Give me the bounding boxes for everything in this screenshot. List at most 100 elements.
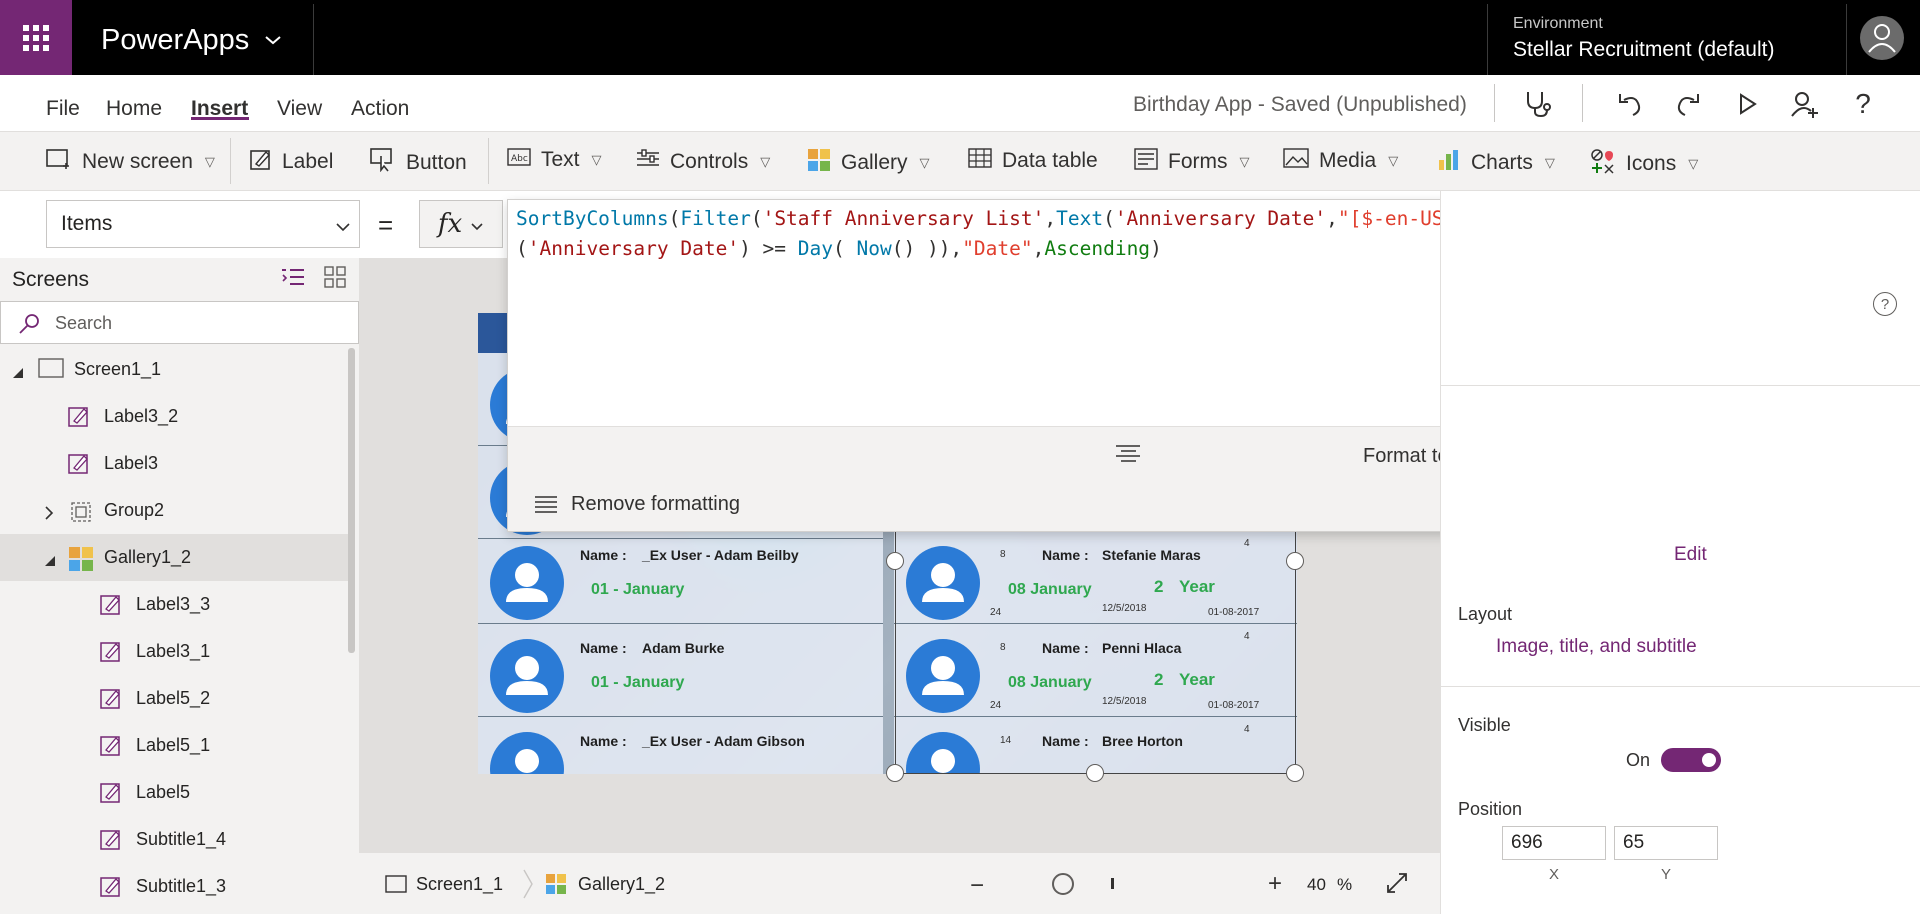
menu-action[interactable]: Action bbox=[351, 97, 409, 121]
name-label: Name : bbox=[580, 733, 627, 749]
layout-dropdown[interactable]: Image, title, and subtitle bbox=[1496, 636, 1697, 658]
tree-scrollbar[interactable] bbox=[348, 348, 355, 653]
function-button[interactable]: fx bbox=[419, 200, 503, 248]
collapsed-chevron-icon[interactable] bbox=[44, 504, 54, 525]
forms-menu-button[interactable]: Forms ▽ bbox=[1134, 148, 1250, 176]
gallery-menu-button[interactable]: Gallery ▽ bbox=[807, 148, 930, 178]
play-icon[interactable] bbox=[1727, 84, 1767, 124]
divider bbox=[1440, 385, 1920, 386]
fit-to-window-icon[interactable] bbox=[1385, 871, 1409, 900]
x-label: X bbox=[1549, 866, 1560, 883]
resize-handle[interactable] bbox=[886, 552, 904, 570]
insert-button-text: Button bbox=[406, 151, 467, 174]
gallery-icon bbox=[545, 873, 567, 900]
resize-handle[interactable] bbox=[1286, 764, 1304, 782]
share-user-icon[interactable] bbox=[1784, 84, 1824, 124]
gallery-menu-label: Gallery bbox=[841, 151, 908, 174]
tree-item-screen1-1[interactable]: Screen1_1 bbox=[0, 346, 350, 393]
user-avatar-icon[interactable] bbox=[1860, 16, 1904, 60]
zoom-slider-track[interactable] bbox=[1111, 878, 1114, 889]
redo-icon[interactable] bbox=[1668, 84, 1708, 124]
tree-item-label5[interactable]: Label5 bbox=[0, 769, 350, 816]
chevron-down-icon bbox=[470, 209, 484, 239]
forms-menu-label: Forms bbox=[1168, 150, 1228, 173]
menu-file[interactable]: File bbox=[46, 97, 80, 121]
resize-handle[interactable] bbox=[886, 764, 904, 782]
zoom-slider-thumb[interactable] bbox=[1052, 873, 1074, 895]
property-dropdown[interactable]: Items bbox=[46, 200, 360, 248]
text-menu-button[interactable]: Abc Text ▽ bbox=[507, 148, 602, 172]
zoom-out-icon[interactable]: − bbox=[970, 872, 984, 900]
new-screen-button[interactable]: New screen ▽ bbox=[46, 148, 215, 176]
tree-item-label5-2[interactable]: Label5_2 bbox=[0, 675, 350, 722]
zoom-value: 40 bbox=[1307, 875, 1326, 894]
anniversary-date: 01 - January bbox=[591, 674, 685, 691]
tree-item-label3-3[interactable]: Label3_3 bbox=[0, 581, 350, 628]
button-icon bbox=[370, 148, 396, 178]
charts-menu-button[interactable]: Charts ▽ bbox=[1437, 148, 1555, 178]
insert-label-button[interactable]: Label bbox=[250, 148, 333, 176]
menu-home[interactable]: Home bbox=[106, 97, 162, 121]
position-y-input[interactable]: 65 bbox=[1614, 826, 1718, 860]
app-checker-icon[interactable] bbox=[1518, 84, 1558, 124]
tree-item-subtitle1-4[interactable]: Subtitle1_4 bbox=[0, 816, 350, 863]
zoom-in-icon[interactable]: + bbox=[1268, 870, 1282, 898]
expanded-triangle-icon[interactable] bbox=[12, 363, 24, 384]
help-icon[interactable]: ? bbox=[1843, 84, 1883, 124]
visible-value: On bbox=[1626, 750, 1651, 770]
expanded-triangle-icon[interactable] bbox=[44, 551, 56, 572]
breadcrumb-gallery[interactable]: Gallery1_2 bbox=[578, 874, 665, 895]
label-icon bbox=[250, 148, 272, 176]
thumbnail-view-icon[interactable] bbox=[324, 266, 346, 293]
tree-item-label: Gallery1_2 bbox=[104, 547, 192, 567]
tree-item-subtitle1-3[interactable]: Subtitle1_3 bbox=[0, 863, 350, 910]
gallery-card[interactable]: Name : Adam Burke 01 - January bbox=[478, 624, 883, 717]
gallery-icon bbox=[807, 148, 831, 178]
chevron-down-icon: ▽ bbox=[1239, 154, 1250, 169]
charts-menu-label: Charts bbox=[1471, 151, 1533, 174]
edit-fields-link[interactable]: Edit bbox=[1674, 544, 1707, 566]
remove-formatting-button[interactable]: Remove formatting bbox=[571, 493, 740, 516]
tree-item-gallery1-2[interactable]: Gallery1_2 bbox=[0, 534, 350, 581]
media-menu-label: Media bbox=[1319, 149, 1377, 172]
chevron-down-icon: ▽ bbox=[1544, 155, 1555, 170]
resize-handle[interactable] bbox=[1286, 552, 1304, 570]
chevron-down-icon[interactable] bbox=[264, 30, 282, 51]
visible-toggle[interactable] bbox=[1661, 748, 1721, 772]
text-icon: Abc bbox=[507, 148, 531, 172]
data-table-button[interactable]: Data table bbox=[968, 148, 1098, 174]
chevron-down-icon: ▽ bbox=[204, 154, 215, 169]
app-title[interactable]: PowerApps bbox=[101, 24, 249, 57]
breadcrumb-screen[interactable]: Screen1_1 bbox=[416, 874, 503, 895]
tree-item-label: Label5_2 bbox=[136, 688, 211, 708]
label-icon bbox=[100, 828, 122, 855]
undo-icon[interactable] bbox=[1610, 84, 1650, 124]
data-table-label: Data table bbox=[1002, 149, 1098, 172]
gallery-card[interactable]: Name : _Ex User - Adam Beilby 01 - January bbox=[478, 531, 883, 624]
environment-name[interactable]: Stellar Recruitment (default) bbox=[1513, 38, 1774, 62]
search-placeholder: Search bbox=[55, 313, 113, 333]
tree-item-label: Group2 bbox=[104, 500, 165, 520]
label-icon bbox=[100, 875, 122, 902]
tree-view-icon[interactable] bbox=[280, 266, 306, 293]
tree-item-label3-2[interactable]: Label3_2 bbox=[0, 393, 350, 440]
environment-label: Environment bbox=[1513, 15, 1603, 32]
tree-item-label3[interactable]: Label3 bbox=[0, 440, 350, 487]
media-menu-button[interactable]: Media ▽ bbox=[1283, 148, 1398, 174]
tree-item-label3-1[interactable]: Label3_1 bbox=[0, 628, 350, 675]
position-x-input[interactable]: 696 bbox=[1502, 826, 1606, 860]
tree-item-label5-1[interactable]: Label5_1 bbox=[0, 722, 350, 769]
gallery-card[interactable]: Name : _Ex User - Adam Gibson bbox=[478, 717, 883, 774]
format-text-icon[interactable] bbox=[1115, 443, 1141, 468]
name-label: Name : bbox=[580, 640, 627, 656]
tree-item-label: Label3_1 bbox=[136, 641, 211, 661]
app-launcher-icon[interactable] bbox=[0, 0, 72, 75]
resize-handle[interactable] bbox=[1086, 764, 1104, 782]
menu-view[interactable]: View bbox=[277, 97, 322, 121]
icons-menu-button[interactable]: Icons ▽ bbox=[1590, 148, 1698, 180]
insert-button-button[interactable]: Button bbox=[370, 148, 467, 178]
tree-item-group2[interactable]: Group2 bbox=[0, 487, 350, 534]
help-circle-icon[interactable]: ? bbox=[1873, 292, 1897, 316]
controls-menu-button[interactable]: Controls ▽ bbox=[636, 148, 770, 176]
tree-search-field[interactable]: Search bbox=[0, 301, 359, 344]
